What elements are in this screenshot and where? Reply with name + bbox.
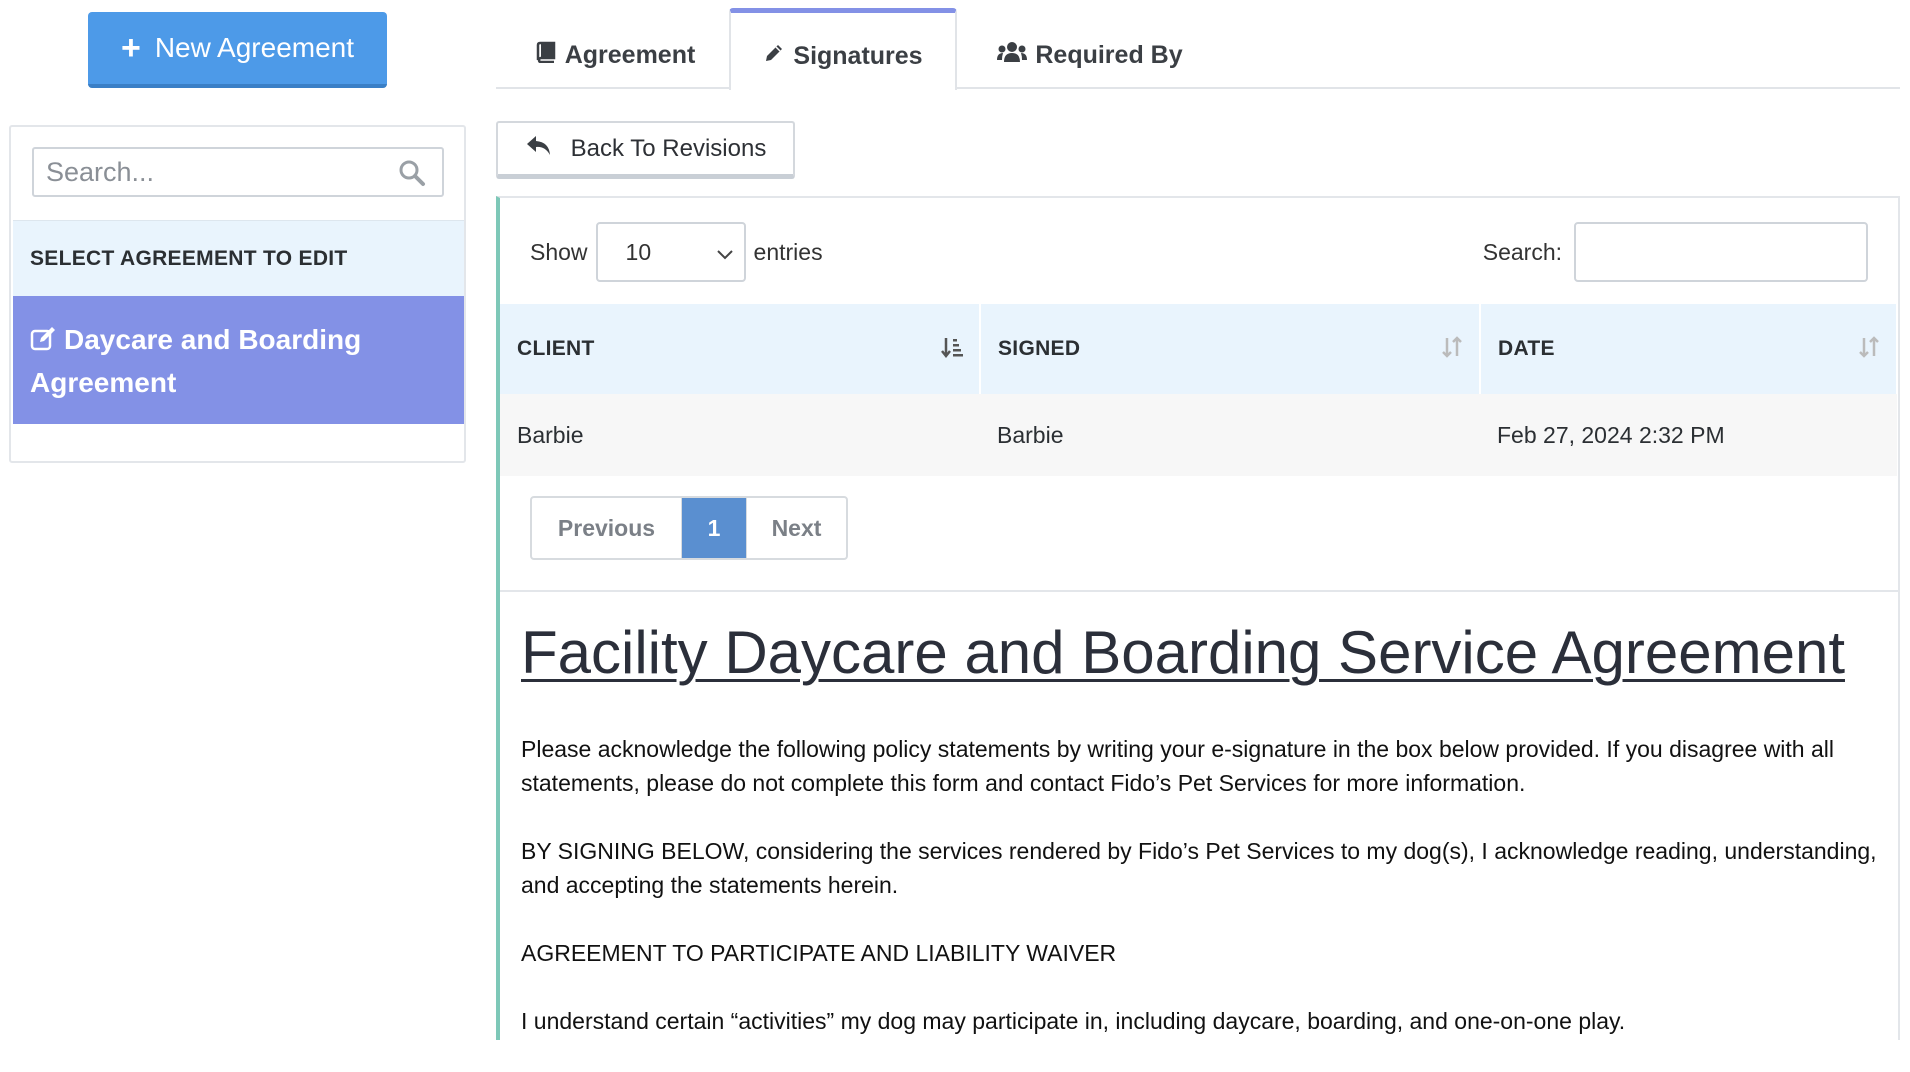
cell-signed: Barbie [980,394,1480,476]
back-to-revisions-button[interactable]: Back To Revisions [496,121,795,179]
sidebar-section-title: SELECT AGREEMENT TO EDIT [13,220,464,296]
document-paragraph: I understand certain “activities” my dog… [521,1008,1626,1034]
sidebar-search [32,147,444,197]
tab-agreement[interactable]: Agreement [500,22,730,88]
entries-control: Show 10 entries [530,222,823,282]
new-agreement-button[interactable]: + New Agreement [88,12,387,88]
divider [500,590,1898,592]
pagination: Previous 1 Next [530,496,848,560]
tab-signatures-label: Signatures [793,42,923,70]
tab-agreement-label: Agreement [564,40,696,69]
previous-page-button[interactable]: Previous [532,498,682,558]
column-header-label: CLIENT [517,337,595,360]
table-search-input[interactable] [1574,222,1868,282]
document-paragraph: BY SIGNING BELOW, considering the servic… [521,838,1877,898]
entries-select[interactable]: 10 [595,222,746,282]
document-paragraph: Please acknowledge the following policy … [521,736,1834,796]
sidebar-search-input[interactable] [34,149,374,195]
edit-icon [30,323,58,363]
entries-label: entries [753,238,823,265]
show-label: Show [530,238,588,265]
table-search-label: Search: [1482,238,1562,265]
document-paragraph: AGREEMENT TO PARTICIPATE AND LIABILITY W… [521,940,1117,966]
book-icon [535,41,557,70]
document-title: Facility Daycare and Boarding Service Ag… [521,619,1845,686]
users-icon [997,41,1028,70]
agreement-document: Facility Daycare and Boarding Service Ag… [521,618,1881,1072]
plus-icon: + [120,29,141,67]
entries-select-value: 10 [625,238,652,265]
search-icon[interactable] [398,159,426,192]
column-header-client[interactable]: CLIENT [500,304,981,394]
table-row: Barbie Barbie Feb 27, 2024 2:32 PM [500,394,1897,476]
sidebar-item-daycare-boarding[interactable]: Daycare and Boarding Agreement [13,296,464,424]
tab-signatures[interactable]: Signatures [729,8,957,90]
page-1-button[interactable]: 1 [682,498,746,558]
column-header-signed[interactable]: SIGNED [980,304,1481,394]
new-agreement-label: New Agreement [154,32,355,63]
back-to-revisions-label: Back To Revisions [570,134,767,162]
agreement-sidebar: SELECT AGREEMENT TO EDIT Daycare and Boa… [9,125,466,463]
cell-date: Feb 27, 2024 2:32 PM [1480,394,1897,476]
chevron-down-icon [716,239,734,266]
column-header-label: DATE [1498,337,1555,360]
sort-ascending-icon [941,336,963,364]
signatures-panel: Show 10 entries Search: CLIENT SIGNED DA… [496,196,1900,1040]
reply-arrow-icon [525,133,553,164]
tab-required-by-label: Required By [1035,40,1183,69]
column-header-date[interactable]: DATE [1480,304,1898,394]
table-search: Search: [1483,222,1868,282]
tab-required-by[interactable]: Required By [970,22,1210,88]
next-page-button[interactable]: Next [746,498,846,558]
sort-icon [1858,336,1880,364]
pencil-icon [763,42,785,71]
sort-icon [1441,336,1463,364]
signatures-table: CLIENT SIGNED DATE Barbie Barbie Feb 27,… [500,304,1898,476]
sidebar-item-label: Daycare and Boarding Agreement [30,324,362,398]
column-header-label: SIGNED [998,337,1081,360]
cell-client: Barbie [500,394,980,476]
